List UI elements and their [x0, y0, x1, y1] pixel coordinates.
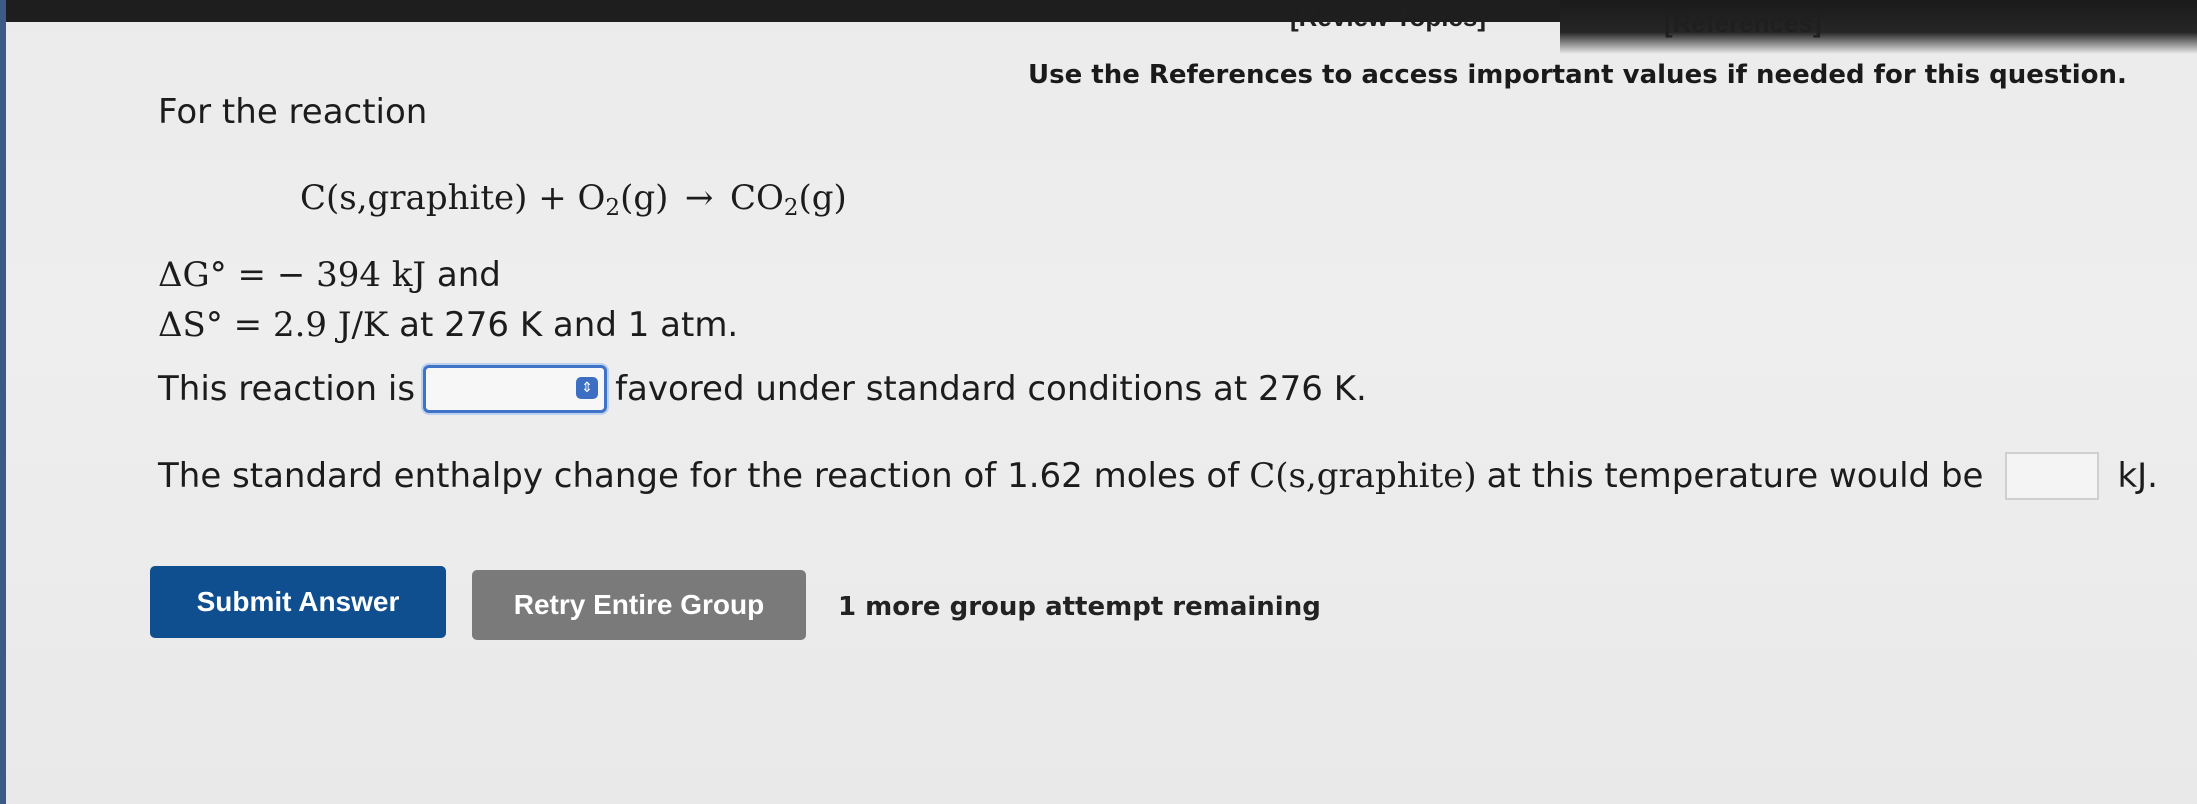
attempts-remaining-text: 1 more group attempt remaining	[838, 592, 1321, 622]
enthalpy-line: The standard enthalpy change for the rea…	[158, 452, 2158, 500]
top-right-dark-region	[1560, 0, 2197, 54]
favored-suffix: favored under standard conditions at 276…	[615, 369, 1367, 409]
left-edge-strip	[0, 0, 6, 804]
delta-s-symbol: ΔS°	[158, 305, 223, 345]
question-intro: For the reaction	[158, 92, 428, 132]
references-link[interactable]: [References]	[1664, 8, 1822, 39]
submit-answer-button[interactable]: Submit Answer	[150, 566, 446, 638]
retry-entire-group-button[interactable]: Retry Entire Group	[472, 570, 806, 640]
reaction-equation: C(s,graphite) + O2(g) → CO2(g)	[300, 178, 847, 221]
enthalpy-species: C(s,graphite)	[1249, 456, 1477, 496]
delta-s-suffix: at 276 K and 1 atm.	[399, 305, 739, 345]
reaction-arrow-icon: →	[684, 178, 714, 218]
reactant-carbon: C(s,graphite)	[300, 178, 528, 218]
delta-g-suffix: and	[436, 255, 501, 295]
delta-g-line: ΔG° = − 394 kJ and	[158, 255, 501, 295]
favored-select[interactable]: ⇕	[423, 365, 608, 413]
reactant-oxygen: O2(g)	[577, 178, 669, 221]
up-down-chevron-icon: ⇕	[576, 377, 599, 399]
favored-prefix: This reaction is	[158, 369, 416, 409]
product-co2: CO2(g)	[729, 178, 847, 221]
delta-s-line: ΔS° = 2.9 J/K at 276 K and 1 atm.	[158, 305, 738, 345]
enthalpy-answer-input[interactable]	[2005, 452, 2100, 500]
plus-sign: +	[538, 178, 567, 218]
enthalpy-unit: kJ.	[2117, 456, 2158, 496]
enthalpy-prefix: The standard enthalpy change for the rea…	[158, 456, 1240, 496]
favored-line: This reaction is ⇕ favored under standar…	[158, 365, 1367, 413]
enthalpy-middle: at this temperature would be	[1486, 456, 1984, 496]
references-note: Use the References to access important v…	[1028, 60, 2127, 90]
delta-g-symbol: ΔG°	[158, 255, 227, 295]
delta-s-value: = 2.9 J/K	[233, 305, 389, 345]
review-topics-link[interactable]: [Review Topics]	[1290, 2, 1486, 33]
delta-g-value: = − 394 kJ	[237, 255, 427, 295]
